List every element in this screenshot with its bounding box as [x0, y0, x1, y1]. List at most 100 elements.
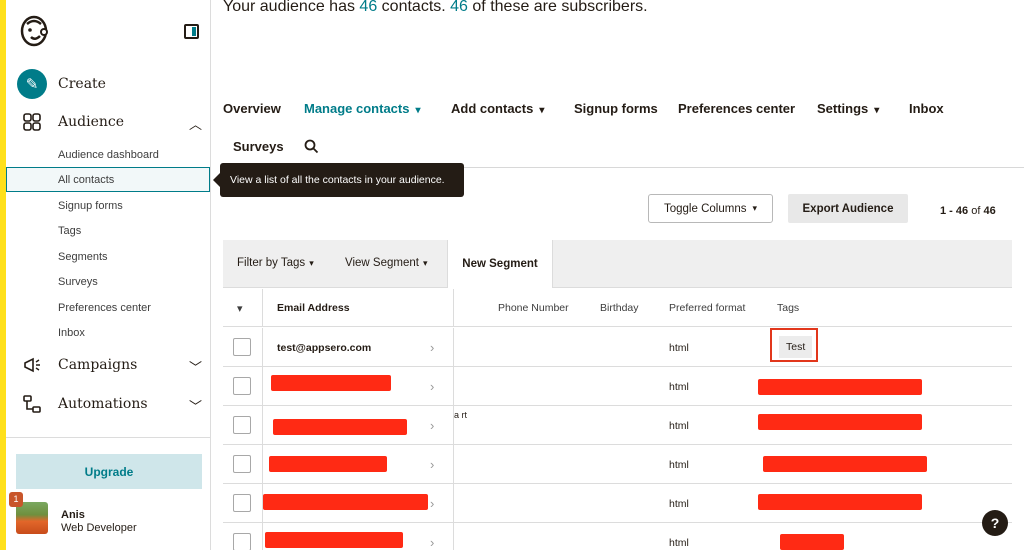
format-cell: html [669, 459, 689, 471]
chevron-down-icon[interactable]: ﹀ [189, 357, 202, 376]
redacted-tags [758, 494, 922, 510]
tab-preferences-center[interactable]: Preferences center [678, 101, 795, 116]
column-header-tags[interactable]: Tags [777, 302, 799, 314]
audience-icon [16, 106, 48, 138]
sidebar-divider [6, 437, 210, 438]
table-row[interactable]: › html [223, 484, 1012, 523]
format-cell: html [669, 342, 689, 354]
page-title: Your audience has 46 contacts. 46 of the… [223, 0, 648, 15]
format-cell: html [669, 420, 689, 432]
chevron-down-icon: ▾ [752, 203, 757, 213]
chevron-right-icon[interactable]: › [430, 496, 434, 511]
nav-automations[interactable]: Automations ﹀ [16, 387, 206, 421]
sidebar-item-surveys[interactable]: Surveys [58, 272, 98, 292]
phone-cell: a rt [454, 410, 468, 420]
pagination-info: 1 - 46 of 46 [940, 205, 996, 217]
nav-audience-label: Audience [58, 114, 124, 130]
chevron-up-icon[interactable]: ︿ [189, 114, 202, 133]
row-checkbox[interactable] [233, 533, 251, 550]
pencil-icon: ✎ [17, 69, 47, 99]
select-all-chevron-icon[interactable]: ▾ [237, 302, 243, 315]
mailchimp-logo-icon[interactable] [18, 14, 50, 48]
sidebar-item-tags[interactable]: Tags [58, 221, 81, 241]
column-header-birthday[interactable]: Birthday [600, 302, 639, 314]
chevron-right-icon[interactable]: › [430, 418, 434, 433]
redacted-email [263, 494, 428, 510]
column-header-format[interactable]: Preferred format [669, 302, 745, 314]
sidebar-item-preferences-center[interactable]: Preferences center [58, 298, 151, 318]
row-checkbox[interactable] [233, 455, 251, 473]
chevron-down-icon: ▾ [309, 258, 314, 268]
sidebar-item-audience-dashboard[interactable]: Audience dashboard [58, 145, 159, 165]
chevron-down-icon: ▾ [415, 105, 421, 116]
upgrade-button[interactable]: Upgrade [16, 454, 202, 489]
filter-by-tags-dropdown[interactable]: Filter by Tags ▾ [237, 257, 314, 269]
subscriber-count[interactable]: 46 [450, 0, 468, 15]
all-contacts-tooltip: View a list of all the contacts in your … [213, 163, 464, 197]
megaphone-icon [16, 349, 48, 381]
redacted-email [271, 375, 391, 391]
sidebar: ✎ Create Audience ︿ Audience dashboard A… [6, 0, 211, 550]
view-segment-dropdown[interactable]: View Segment ▾ [345, 257, 427, 269]
nav-create[interactable]: ✎ Create [16, 67, 206, 101]
table-row[interactable]: test@appsero.com › html Test [223, 328, 1012, 367]
chevron-right-icon[interactable]: › [430, 457, 434, 472]
user-role: Web Developer [61, 522, 137, 534]
notification-badge[interactable]: 1 [9, 492, 23, 507]
format-cell: html [669, 381, 689, 393]
nav-audience[interactable]: Audience ︿ [16, 105, 206, 139]
nav-campaigns[interactable]: Campaigns ﹀ [16, 348, 206, 382]
table-row[interactable]: › html [223, 445, 1012, 484]
chevron-down-icon: ▾ [422, 258, 428, 268]
filter-bar: Filter by Tags ▾ View Segment ▾ New Segmen… [223, 240, 1012, 288]
table-row[interactable]: › html [223, 367, 1012, 406]
redacted-email [269, 456, 387, 472]
row-checkbox[interactable] [233, 338, 251, 356]
chevron-right-icon[interactable]: › [430, 535, 434, 550]
chevron-right-icon[interactable]: › [430, 340, 434, 355]
table-header: ▾ Email Address Phone Number Birthday Pr… [223, 289, 1012, 327]
contact-count[interactable]: 46 [359, 0, 377, 15]
sidebar-item-signup-forms[interactable]: Signup forms [58, 196, 123, 216]
redacted-tags [780, 534, 844, 550]
tab-signup-forms[interactable]: Signup forms [574, 101, 658, 116]
table-row[interactable]: › html [223, 523, 1012, 550]
nav-campaigns-label: Campaigns [58, 357, 138, 373]
row-checkbox[interactable] [233, 494, 251, 512]
table-row[interactable]: › a rt html [223, 406, 1012, 445]
chevron-right-icon[interactable]: › [430, 379, 434, 394]
tab-add-contacts[interactable]: Add contacts ▾ [451, 101, 544, 116]
tab-surveys[interactable]: Surveys [233, 139, 284, 154]
row-checkbox[interactable] [233, 377, 251, 395]
format-cell: html [669, 537, 689, 549]
sidebar-item-all-contacts[interactable]: All contacts [58, 170, 114, 190]
format-cell: html [669, 498, 689, 510]
tab-inbox[interactable]: Inbox [909, 101, 944, 116]
user-name: Anis [61, 509, 85, 521]
email-cell[interactable]: test@appsero.com [277, 342, 371, 354]
tag-chip[interactable]: Test [779, 336, 813, 358]
toggle-columns-button[interactable]: Toggle Columns ▾ [648, 194, 773, 223]
sidebar-collapse-icon[interactable] [184, 24, 199, 39]
new-segment-button[interactable]: New Segment [447, 240, 553, 288]
column-header-phone[interactable]: Phone Number [498, 302, 569, 314]
help-button[interactable]: ? [982, 510, 1008, 536]
redacted-tags [758, 414, 922, 430]
tab-manage-contacts[interactable]: Manage contacts ▾ [304, 101, 421, 116]
chevron-down-icon: ▾ [874, 105, 880, 116]
nav-automations-label: Automations [58, 396, 148, 412]
automation-icon [16, 388, 48, 420]
chevron-down-icon[interactable]: ﹀ [189, 396, 202, 415]
search-icon[interactable] [304, 139, 319, 154]
export-audience-button[interactable]: Export Audience [788, 194, 908, 223]
tab-settings[interactable]: Settings ▾ [817, 101, 879, 116]
column-header-email[interactable]: Email Address [277, 302, 350, 314]
tab-overview[interactable]: Overview [223, 101, 281, 116]
sidebar-item-inbox[interactable]: Inbox [58, 323, 85, 343]
redacted-email [273, 419, 407, 435]
redacted-tags [758, 379, 922, 395]
sidebar-item-segments[interactable]: Segments [58, 247, 108, 267]
nav-create-label: Create [58, 76, 106, 92]
row-checkbox[interactable] [233, 416, 251, 434]
chevron-down-icon: ▾ [539, 105, 545, 116]
